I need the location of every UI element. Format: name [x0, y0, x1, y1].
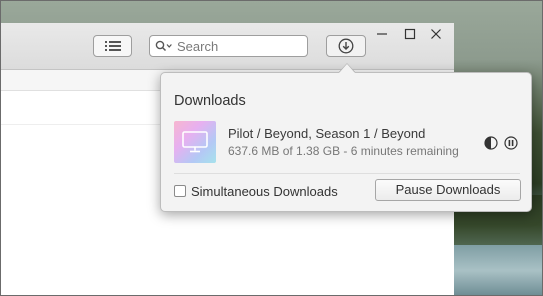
- downloads-popover: Downloads Pilot / Beyond, Season 1 / Bey…: [160, 72, 532, 212]
- tv-icon: [182, 131, 208, 153]
- list-view-button[interactable]: [93, 35, 132, 57]
- popover-arrow-fill: [339, 64, 355, 73]
- search-input[interactable]: [177, 38, 297, 54]
- minimize-icon: [377, 33, 387, 35]
- close-button[interactable]: [426, 26, 446, 42]
- download-progress-icon[interactable]: [484, 136, 498, 150]
- download-thumbnail: [174, 121, 216, 163]
- pause-downloads-button[interactable]: Pause Downloads: [375, 179, 521, 201]
- simultaneous-downloads-checkbox[interactable]: [174, 185, 186, 197]
- downloads-title: Downloads: [174, 93, 246, 109]
- popover-divider: [174, 173, 520, 174]
- search-field[interactable]: [149, 35, 308, 57]
- downloads-button[interactable]: [326, 35, 366, 57]
- toolbar: [0, 23, 454, 70]
- download-item-progress: 637.6 MB of 1.38 GB - 6 minutes remainin…: [228, 144, 459, 158]
- close-icon: [431, 29, 441, 39]
- download-icon: [338, 38, 354, 54]
- simultaneous-downloads-label: Simultaneous Downloads: [191, 183, 338, 199]
- pause-icon[interactable]: [504, 136, 518, 150]
- wallpaper-water: [452, 245, 543, 296]
- simultaneous-downloads-option[interactable]: Simultaneous Downloads: [174, 183, 338, 199]
- list-icon: [104, 41, 121, 51]
- minimize-button[interactable]: [372, 26, 392, 42]
- maximize-button[interactable]: [400, 26, 420, 42]
- maximize-icon: [404, 28, 416, 40]
- search-icon: [155, 40, 172, 52]
- download-item-title: Pilot / Beyond, Season 1 / Beyond: [228, 126, 426, 141]
